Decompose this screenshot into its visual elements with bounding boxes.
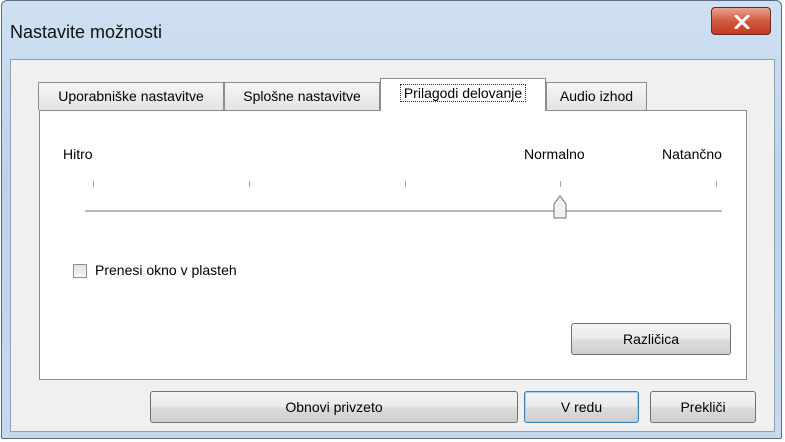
tab-user-settings[interactable]: Uporabniške nastavitve [38, 82, 224, 110]
slider-tick [405, 181, 406, 187]
tab-label: Audio izhod [559, 88, 634, 104]
restore-defaults-button[interactable]: Obnovi privzeto [150, 391, 518, 423]
layered-window-label[interactable]: Prenesi okno v plasteh [95, 262, 237, 278]
dialog-window: Nastavite možnosti Uporabniške nastavitv… [1, 0, 782, 439]
slider-label-precise: Natančno [662, 146, 722, 162]
slider-tick [560, 181, 561, 187]
layered-window-checkbox[interactable] [73, 264, 87, 278]
slider-track[interactable] [85, 210, 722, 213]
slider-thumb-icon [553, 195, 567, 219]
tab-panel: Hitro Normalno Natančno Prenesi okno v p… [39, 110, 747, 380]
slider-tick [716, 181, 717, 187]
slider-label-normal: Normalno [524, 146, 585, 162]
slider-tick [249, 181, 250, 187]
tab-label: Uporabniške nastavitve [58, 88, 204, 104]
tab-customize-behavior[interactable]: Prilagodi delovanje [380, 78, 546, 111]
tab-label: Splošne nastavitve [243, 88, 361, 104]
tab-label: Prilagodi delovanje [399, 84, 527, 102]
slider-thumb[interactable] [553, 195, 567, 222]
tab-general-settings[interactable]: Splošne nastavitve [224, 82, 380, 110]
window-title: Nastavite možnosti [10, 22, 163, 42]
ok-button[interactable]: V redu [524, 391, 639, 423]
version-button[interactable]: Različica [571, 323, 731, 355]
close-button[interactable] [711, 7, 771, 35]
title-bar[interactable]: Nastavite možnosti [2, 1, 781, 59]
dialog-client-area: Uporabniške nastavitve Splošne nastavitv… [10, 59, 775, 432]
slider-tick [93, 181, 94, 187]
close-x-icon [734, 15, 750, 29]
tab-audio-output[interactable]: Audio izhod [546, 82, 647, 110]
slider-label-fast: Hitro [63, 146, 93, 162]
cancel-button[interactable]: Prekliči [650, 391, 756, 423]
